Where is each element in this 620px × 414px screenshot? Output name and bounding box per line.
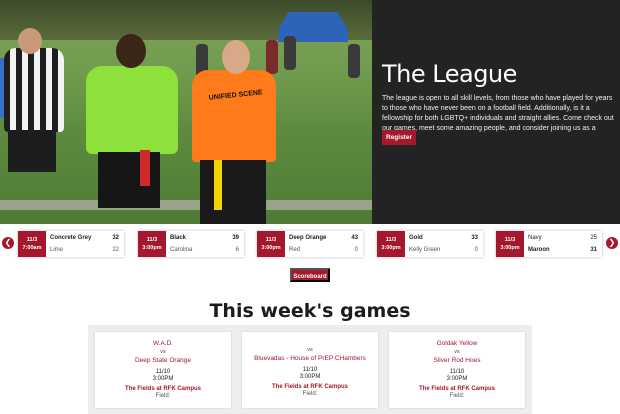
- photo-player-orange: [192, 70, 276, 162]
- team1-score: 33: [471, 235, 478, 241]
- score-card[interactable]: 11/3 3:00pm Deep Orange 43 Red 0: [257, 231, 363, 257]
- week-games-title: This week's games: [209, 300, 411, 322]
- team1-name: Concrete Grey: [50, 235, 92, 241]
- vs-label: vs: [160, 349, 166, 355]
- photo-bg-player: [284, 36, 296, 70]
- photo-player-head: [18, 28, 42, 54]
- team2-score: 6: [235, 247, 239, 253]
- team1-name: Gold: [409, 235, 423, 241]
- team2-name: Carolina: [170, 247, 193, 253]
- hero-photo: UNIFIED SCENE: [0, 0, 372, 224]
- score-card-date: 11/3 3:00pm: [377, 231, 405, 257]
- game-date: 11/10: [302, 367, 318, 373]
- hero-section: UNIFIED SCENE The League The league is o…: [0, 0, 620, 224]
- team2-score: 0: [354, 247, 358, 253]
- game-venue[interactable]: The Fields at RFK Campus: [242, 384, 378, 390]
- game-card[interactable]: Goldak Yellow vs Silver Rod Hoes 11/10 3…: [389, 332, 525, 408]
- register-button[interactable]: Register: [382, 130, 416, 145]
- game-time: 3:00PM: [299, 374, 321, 380]
- game-field: Field:: [302, 391, 318, 397]
- game-date: 11/10: [155, 369, 171, 375]
- photo-player-head: [222, 40, 250, 74]
- team2-score: 0: [474, 247, 478, 253]
- game-field: Field:: [449, 393, 465, 399]
- score-card-date: 11/3 7:00am: [18, 231, 46, 257]
- hero-title: The League: [382, 60, 517, 88]
- chevron-right-icon[interactable]: ❯: [606, 237, 618, 249]
- score-card[interactable]: 11/3 3:00pm Black 39 Carolina 6: [138, 231, 244, 257]
- team1-score: 32: [112, 235, 119, 241]
- photo-player-head: [116, 34, 146, 68]
- game-venue[interactable]: The Fields at RFK Campus: [389, 386, 525, 392]
- away-team[interactable]: Deep State Orange: [95, 357, 231, 364]
- game-time: 3:00PM: [446, 376, 468, 382]
- team2-name: Maroon: [528, 247, 550, 253]
- team2-name: Lime: [50, 247, 64, 253]
- team1-score: 43: [351, 235, 358, 241]
- game-card[interactable]: W.A.D. vs Deep State Orange 11/10 3:00PM…: [95, 332, 231, 408]
- vs-label: vs: [454, 349, 460, 355]
- home-team[interactable]: Goldak Yellow: [389, 340, 525, 347]
- photo-bg-player: [348, 44, 360, 78]
- game-time: 3:00PM: [152, 376, 174, 382]
- away-team[interactable]: Bluevadas - House of PrEP CHambers: [242, 355, 378, 362]
- hero-panel: The League The league is open to all ski…: [372, 0, 620, 224]
- game-field: Field:: [155, 393, 171, 399]
- score-card[interactable]: 11/3 3:00pm Navy 25 Maroon 31: [496, 231, 602, 257]
- score-card[interactable]: 11/3 7:00am Concrete Grey 32 Lime 22: [18, 231, 124, 257]
- score-strip: ❮ 11/3 7:00am Concrete Grey 32 Lime 22 11…: [0, 224, 620, 264]
- photo-player-green: [86, 66, 178, 154]
- photo-player-shorts: [98, 152, 160, 208]
- game-card[interactable]: vs Bluevadas - House of PrEP CHambers 11…: [242, 332, 378, 408]
- score-card-date: 11/3 3:00pm: [257, 231, 285, 257]
- score-card-date: 11/3 3:00pm: [138, 231, 166, 257]
- score-card-date: 11/3 3:00pm: [496, 231, 524, 257]
- photo-flag: [214, 160, 222, 210]
- photo-player-shorts: [200, 160, 266, 224]
- game-venue[interactable]: The Fields at RFK Campus: [95, 386, 231, 392]
- chevron-left-icon[interactable]: ❮: [2, 237, 14, 249]
- hero-description: The league is open to all skill levels, …: [382, 95, 614, 142]
- team1-name: Deep Orange: [289, 235, 327, 241]
- home-team[interactable]: W.A.D.: [95, 340, 231, 347]
- photo-sideline: [0, 200, 372, 210]
- photo-bg-player: [266, 40, 278, 74]
- vs-label: vs: [307, 347, 313, 353]
- team1-score: 39: [232, 235, 239, 241]
- scoreboard-button[interactable]: Scoreboard: [290, 268, 330, 282]
- team1-score: 25: [590, 235, 597, 241]
- team1-name: Black: [170, 235, 187, 241]
- photo-player-shorts: [8, 130, 56, 172]
- team2-score: 22: [112, 247, 119, 253]
- away-team[interactable]: Silver Rod Hoes: [389, 357, 525, 364]
- photo-player-referee: [4, 48, 64, 132]
- team2-name: Kelly Green: [409, 247, 441, 253]
- team2-score: 31: [590, 247, 597, 253]
- team1-name: Navy: [528, 235, 542, 241]
- photo-flag: [140, 150, 150, 186]
- team2-name: Red: [289, 247, 301, 253]
- game-date: 11/10: [449, 369, 465, 375]
- score-card[interactable]: 11/3 3:00pm Gold 33 Kelly Green 0: [377, 231, 483, 257]
